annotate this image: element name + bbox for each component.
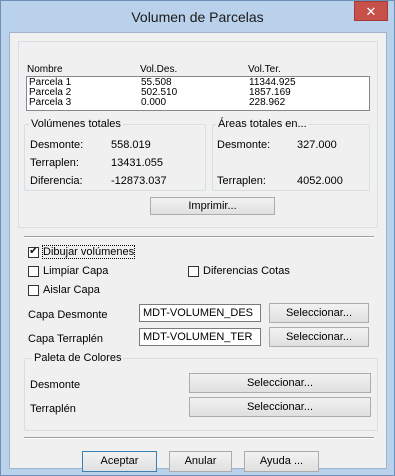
paleta-terraplen-label: Terraplén [30,403,76,415]
area-desmonte-value: 327.000 [297,139,337,151]
cell-vol-des: 0.000 [141,97,167,108]
separator [24,437,374,439]
vol-desmonte-label: Desmonte: [30,139,84,151]
diferencias-cotas-label[interactable]: Diferencias Cotas [203,265,290,277]
limpiar-capa-checkbox[interactable] [28,266,39,277]
close-icon: ✕ [365,4,377,19]
diferencias-cotas-checkbox[interactable] [188,266,199,277]
cell-nombre: Parcela 3 [29,97,72,108]
dialog-client-area: Nombre Vol.Des. Vol.Ter. Parcela 1 55.50… [9,32,387,472]
paleta-desmonte-select-button[interactable]: Seleccionar... [189,373,371,393]
imprimir-button[interactable]: Imprimir... [150,197,275,215]
anular-button[interactable]: Anular [169,451,232,472]
paleta-desmonte-label: Desmonte [30,379,81,391]
close-button[interactable]: ✕ [354,1,388,21]
volumenes-totales-title: Volúmenes totales [29,118,123,130]
window-title: Volumen de Parcelas [131,9,264,25]
vol-diferencia-label: Diferencia: [30,175,83,187]
aislar-capa-checkbox[interactable] [28,285,39,296]
capa-terraplen-field[interactable]: MDT-VOLUMEN_TER [139,328,261,346]
col-header-vol-ter: Vol.Ter. [248,64,281,75]
capa-terraplen-label: Capa Terraplén [28,333,104,345]
dialog-window: Volumen de Parcelas ✕ Nombre Vol.Des. Vo… [0,0,395,476]
vol-terraplen-value: 13431.055 [111,157,163,169]
areas-totales-title: Áreas totales en... [216,118,309,130]
vol-terraplen-label: Terraplen: [30,157,79,169]
vol-diferencia-value: -12873.037 [111,175,167,187]
title-bar: Volumen de Parcelas ✕ [1,1,394,32]
cell-vol-ter: 228.962 [249,97,286,108]
area-terraplen-value: 4052.000 [297,175,343,187]
col-header-vol-des: Vol.Des. [140,64,178,75]
area-terraplen-label: Terraplen: [217,175,266,187]
capa-desmonte-select-button[interactable]: Seleccionar... [269,303,369,323]
capa-desmonte-field[interactable]: MDT-VOLUMEN_DES [139,304,261,322]
paleta-terraplen-select-button[interactable]: Seleccionar... [189,397,371,417]
ayuda-button[interactable]: Ayuda ... [244,451,319,472]
dibujar-volumenes-label[interactable]: Dibujar volúmenes [41,245,136,259]
capa-terraplen-select-button[interactable]: Seleccionar... [269,327,369,347]
dibujar-volumenes-checkbox[interactable]: ✔ [28,245,39,258]
area-desmonte-label: Desmonte: [217,139,271,151]
limpiar-capa-label[interactable]: Limpiar Capa [43,265,108,277]
col-header-nombre: Nombre [27,64,63,75]
vol-desmonte-value: 558.019 [111,139,151,151]
aislar-capa-label[interactable]: Aislar Capa [43,284,100,296]
paleta-colores-title: Paleta de Colores [32,352,124,364]
parcelas-list[interactable]: Parcela 1 55.508 11344.925 Parcela 2 502… [26,76,370,111]
capa-desmonte-label: Capa Desmonte [28,309,108,321]
check-icon: ✔ [29,245,39,257]
separator [24,236,374,238]
aceptar-button[interactable]: Aceptar [82,451,157,472]
paleta-colores-group [24,358,378,431]
